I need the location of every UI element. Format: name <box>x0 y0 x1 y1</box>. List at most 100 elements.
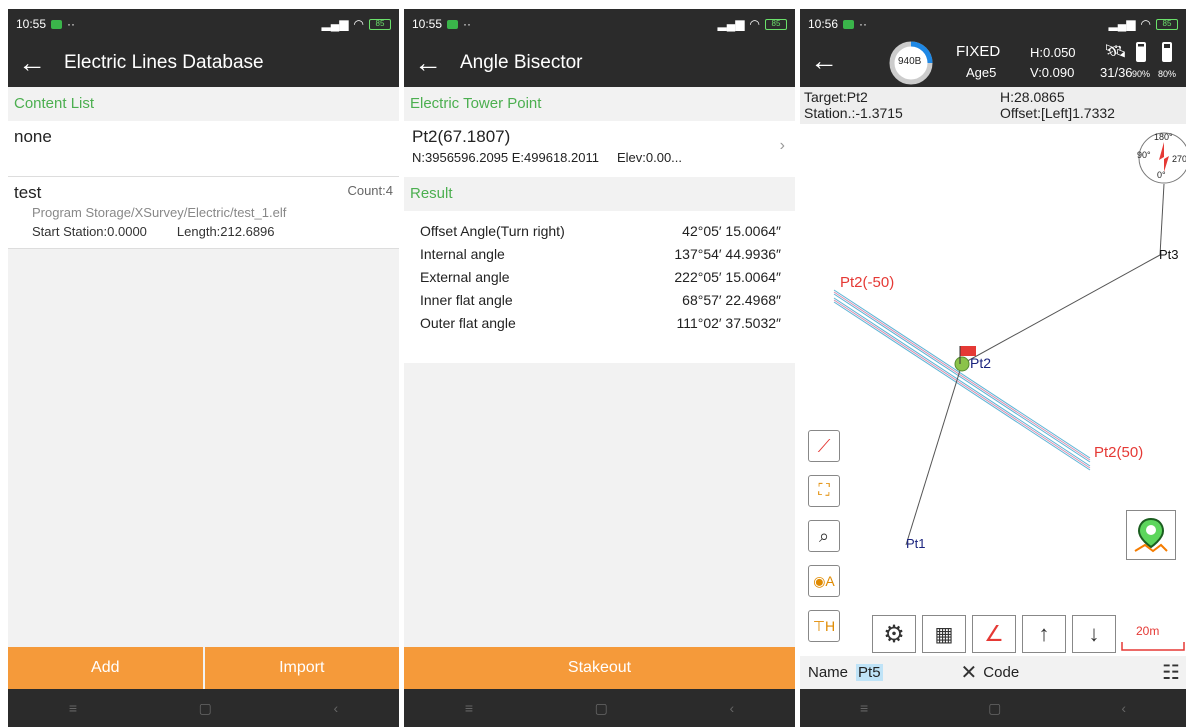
tower-point-header: Electric Tower Point <box>410 95 542 112</box>
status-dots: ·· <box>859 17 868 31</box>
settings-tool[interactable]: ⚙ <box>872 615 916 653</box>
home-nav-icon[interactable]: ▢ <box>199 700 212 717</box>
battery-icon: 85 <box>765 18 787 30</box>
point-label-pt2-plus50: Pt2(50) <box>1094 444 1144 461</box>
import-button[interactable]: Import <box>204 647 399 689</box>
list-item-length: Length:212.6896 <box>176 224 275 239</box>
result-value: 111°02′ 37.5032″ <box>676 314 781 331</box>
status-time: 10:55 <box>16 17 47 31</box>
battery-icon: 85 <box>1156 18 1178 30</box>
wifi-icon: ◠ <box>749 17 760 31</box>
stake-pole-tool[interactable]: ⟋ <box>808 430 840 462</box>
list-menu-icon[interactable]: ☷ <box>1162 660 1180 685</box>
result-row: External angle 222°05′ 15.0064″ <box>420 265 781 288</box>
list-item-start-station: Start Station:0.0000 <box>32 224 147 239</box>
point-name: Pt2(67.1807) <box>412 127 511 146</box>
layer-tool[interactable]: ▦ <box>922 615 966 653</box>
result-row: Inner flat angle 68°57′ 22.4968″ <box>420 288 781 311</box>
title-bar: ← Electric Lines Database <box>8 39 399 87</box>
result-label: Offset Angle(Turn right) <box>420 222 565 239</box>
tower-point-card[interactable]: Pt2(67.1807) N:3956596.2095 E:499618.201… <box>404 121 795 177</box>
satellite-count: 31/36 <box>1100 65 1133 80</box>
system-nav-bar: ≡ ▢ ‹ <box>404 689 795 727</box>
antenna-height-tool[interactable]: ⊤H <box>808 610 840 642</box>
menu-nav-icon[interactable]: ≡ <box>860 700 868 716</box>
action-bar: Stakeout <box>404 647 795 689</box>
status-time: 10:55 <box>412 17 443 31</box>
result-value: 42°05′ 15.0064″ <box>682 222 781 239</box>
notification-icon <box>447 19 459 29</box>
satellite-icon: 🛰 <box>1104 41 1127 61</box>
home-nav-icon[interactable]: ▢ <box>988 700 1001 717</box>
result-label: Internal angle <box>420 245 505 262</box>
map-drawing <box>833 132 1186 651</box>
system-nav-bar: ≡ ▢ ‹ <box>800 689 1186 727</box>
zoom-extent-tool[interactable]: ⛶ <box>808 475 840 507</box>
point-elevation: Elev:0.00... <box>616 150 683 165</box>
list-item-test[interactable]: test Count:4 Program Storage/XSurvey/Ele… <box>8 177 399 249</box>
compass-west-label: 90° <box>1137 150 1151 160</box>
back-nav-icon[interactable]: ‹ <box>334 700 339 716</box>
zoom-search-tool[interactable]: ⌕ <box>808 520 840 552</box>
offset-label: Offset:[Left]1.7332 <box>1000 105 1115 121</box>
list-item-count: Count:4 <box>347 183 393 198</box>
scale-bar <box>1121 642 1185 651</box>
signal-icon: ▂▄▆ <box>717 17 745 31</box>
menu-nav-icon[interactable]: ≡ <box>465 700 473 716</box>
stakeout-button[interactable]: Stakeout <box>404 647 795 689</box>
status-dots: ·· <box>463 17 472 31</box>
gnss-status-bar: ← 940B FIXED Age5 H:0.050 V:0.090 🛰 31/3… <box>800 39 1186 87</box>
list-item-none[interactable]: none <box>8 121 399 177</box>
result-value: 222°05′ 15.0064″ <box>674 268 781 285</box>
back-nav-icon[interactable]: ‹ <box>1121 700 1126 716</box>
signal-icon: ▂▄▆ <box>321 17 349 31</box>
code-label: Code <box>983 664 1020 681</box>
list-item-name: test <box>14 183 42 202</box>
back-arrow-icon[interactable]: ← <box>810 47 838 75</box>
wifi-icon: ◠ <box>1140 17 1151 31</box>
stake-pole-icon: ⟋ <box>817 435 831 456</box>
gear-icon: ⚙ <box>883 620 905 648</box>
point-label-pt2-minus50: Pt2(-50) <box>840 274 895 291</box>
battery-icon: 85 <box>369 18 391 30</box>
arrow-down-icon: ↓ <box>1088 621 1100 646</box>
name-input[interactable]: Pt5 <box>856 664 883 681</box>
layer-icon: ▦ <box>934 623 954 646</box>
zoom-extent-icon: ⛶ <box>818 482 830 499</box>
notification-icon <box>51 19 63 29</box>
signal-icon: ▂▄▆ <box>1108 17 1136 31</box>
content-list-header: Content List <box>14 95 95 112</box>
arrow-up-icon: ↑ <box>1038 621 1050 646</box>
map-canvas[interactable]: 180° 90° 270° 0° Pt3 Pt2(-50) Pt2 Pt2(50… <box>800 124 1186 654</box>
result-label: External angle <box>420 268 510 285</box>
result-header: Result <box>410 185 453 202</box>
v-precision: V:0.090 <box>1030 65 1075 80</box>
fix-status: FIXED <box>956 43 1001 60</box>
result-row: Internal angle 137°54′ 44.9936″ <box>420 242 781 265</box>
notification-icon <box>843 19 855 29</box>
arrow-down-tool[interactable]: ↓ <box>1072 615 1116 653</box>
home-nav-icon[interactable]: ▢ <box>595 700 608 717</box>
add-button[interactable]: Add <box>8 647 203 689</box>
back-arrow-icon[interactable]: ← <box>414 49 442 77</box>
angle-bisector-screen: 10:55 ·· ▂▄▆ ◠ 85 ← Angle Bisector Elect… <box>404 9 795 727</box>
compass-north-label: 0° <box>1157 170 1166 180</box>
clear-icon[interactable]: ✕ <box>961 660 978 685</box>
status-time: 10:56 <box>808 17 839 31</box>
wifi-icon: ◠ <box>353 17 364 31</box>
point-label-tool[interactable]: ◉A <box>808 565 840 597</box>
tower-point-marker <box>954 356 970 372</box>
point-label-pt2: Pt2 <box>970 355 992 371</box>
point-label-pt1: Pt1 <box>906 536 926 551</box>
electric-lines-screen: 10:55 ·· ▂▄▆ ◠ 85 ← Electric Lines Datab… <box>8 9 399 727</box>
back-nav-icon[interactable]: ‹ <box>730 700 735 716</box>
back-arrow-icon[interactable]: ← <box>18 49 46 77</box>
arrow-up-tool[interactable]: ↑ <box>1022 615 1066 653</box>
menu-nav-icon[interactable]: ≡ <box>69 700 77 716</box>
page-title: Electric Lines Database <box>64 52 264 73</box>
h-precision: H:0.050 <box>1030 45 1076 60</box>
locate-me-button[interactable] <box>1126 510 1176 560</box>
angle-tool[interactable]: ∠ <box>972 615 1016 653</box>
result-row: Offset Angle(Turn right) 42°05′ 15.0064″ <box>420 219 781 242</box>
age-value: Age5 <box>966 65 997 80</box>
